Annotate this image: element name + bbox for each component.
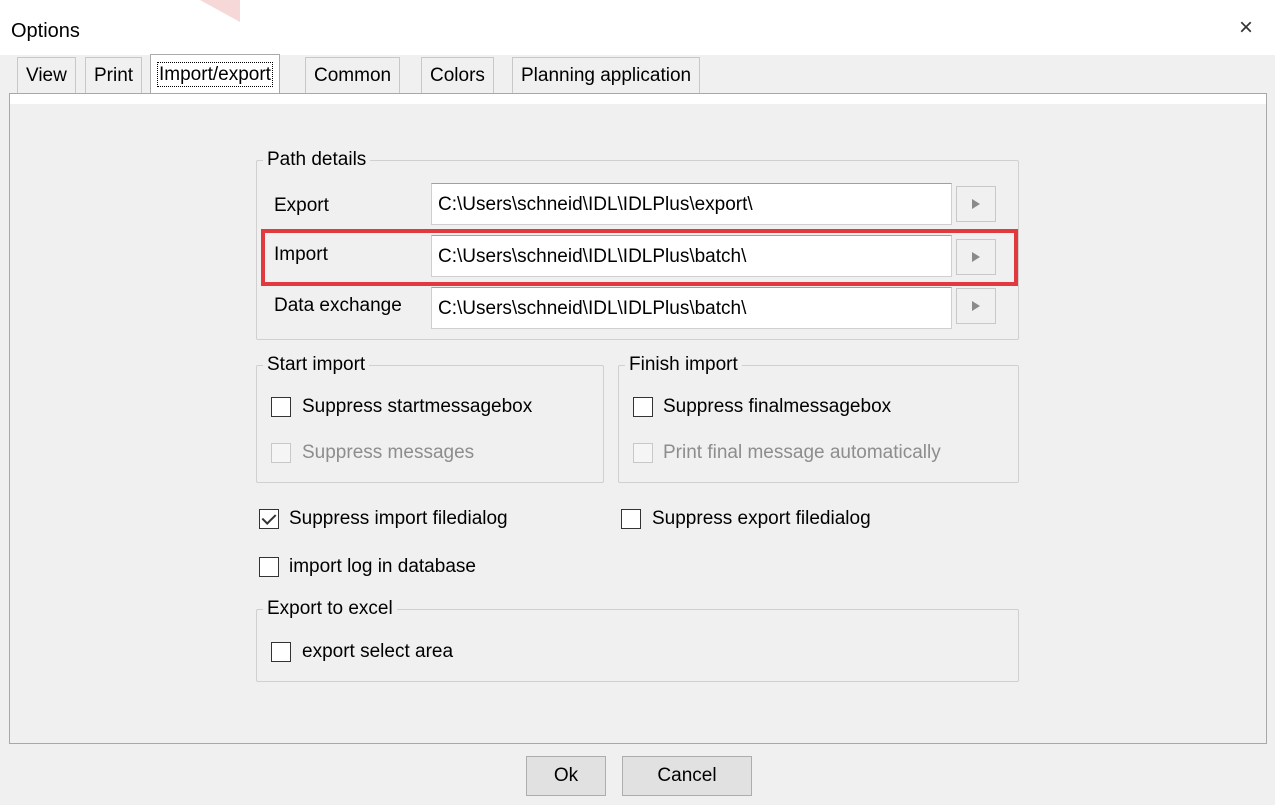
suppress-export-filedialog-label[interactable]: Suppress export filedialog (652, 508, 871, 530)
suppress-import-filedialog-checkbox[interactable] (259, 509, 279, 529)
start-import-legend: Start import (263, 354, 370, 376)
export-browse-button[interactable] (956, 186, 996, 222)
play-arrow-icon (972, 199, 980, 209)
window-title: Options (11, 20, 80, 42)
ok-button[interactable]: Ok (526, 756, 606, 796)
cancel-button[interactable]: Cancel (622, 756, 752, 796)
panel-top-strip (10, 94, 1266, 104)
data-exchange-path-field[interactable]: C:\Users\schneid\IDL\IDLPlus\batch\ (431, 287, 952, 329)
suppress-messages-label: Suppress messages (302, 442, 475, 463)
export-select-area-label[interactable]: export select area (302, 641, 453, 663)
play-arrow-icon (972, 301, 980, 311)
print-final-message-checkbox (633, 443, 653, 463)
path-details-legend: Path details (263, 149, 371, 171)
tab-label: Import/export (157, 62, 273, 87)
title-accent (200, 0, 240, 22)
suppress-export-filedialog-checkbox[interactable] (621, 509, 641, 529)
close-icon[interactable]: × (1239, 14, 1253, 42)
tab-print[interactable]: Print (85, 57, 143, 93)
finish-import-legend: Finish import (625, 354, 742, 376)
suppress-messages-checkbox (271, 443, 291, 463)
suppress-startmessagebox-label[interactable]: Suppress startmessagebox (302, 396, 532, 418)
import-log-in-database-checkbox[interactable] (259, 557, 279, 577)
suppress-startmessagebox-checkbox[interactable] (271, 397, 291, 417)
data-exchange-path-label: Data exchange (274, 295, 402, 316)
tab-label: Colors (430, 65, 485, 86)
export-path-field[interactable]: C:\Users\schneid\IDL\IDLPlus\export\ (431, 183, 952, 225)
tab-planning-application[interactable]: Planning application (512, 57, 701, 93)
suppress-finalmessagebox-label[interactable]: Suppress finalmessagebox (663, 396, 891, 418)
finish-import-group (618, 365, 1019, 483)
tab-label: View (26, 65, 67, 86)
tab-label: Planning application (521, 65, 692, 86)
export-select-area-checkbox[interactable] (271, 642, 291, 662)
print-final-message-label: Print final message automatically (663, 442, 941, 463)
start-import-group (256, 365, 604, 483)
export-to-excel-legend: Export to excel (263, 598, 397, 620)
data-exchange-browse-button[interactable] (956, 288, 996, 324)
tab-label: Print (94, 65, 134, 86)
tab-common[interactable]: Common (305, 57, 401, 93)
suppress-finalmessagebox-checkbox[interactable] (633, 397, 653, 417)
suppress-import-filedialog-label[interactable]: Suppress import filedialog (289, 508, 508, 530)
import-log-in-database-label[interactable]: import log in database (289, 556, 476, 578)
title-bar (0, 0, 1275, 55)
export-path-label: Export (274, 195, 329, 216)
tab-label: Common (314, 65, 392, 86)
tab-colors[interactable]: Colors (421, 57, 494, 93)
tab-import-export[interactable]: Import/export (150, 54, 280, 94)
import-row-highlight (261, 229, 1018, 286)
tab-view[interactable]: View (17, 57, 76, 93)
